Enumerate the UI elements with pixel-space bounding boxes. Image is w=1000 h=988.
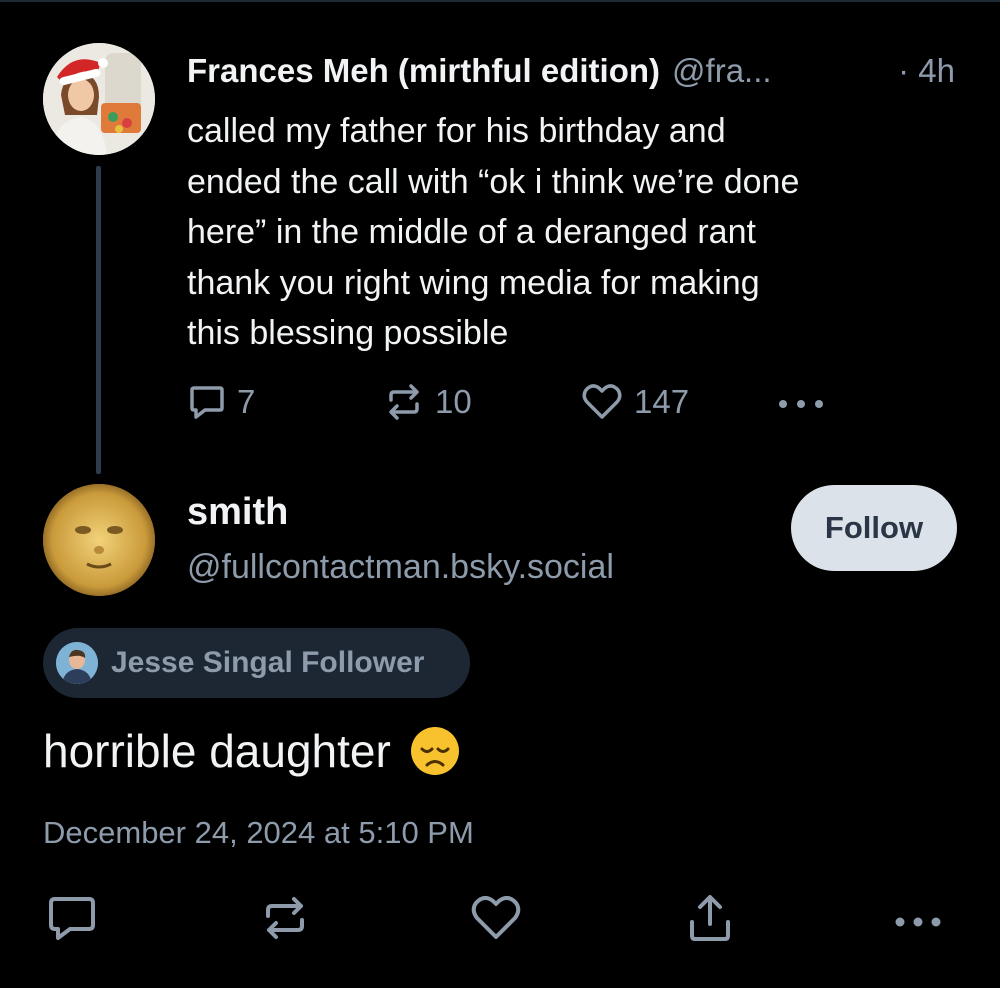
follow-button[interactable]: Follow xyxy=(791,485,957,571)
parent-post-text: called my father for his birthday and en… xyxy=(187,106,947,359)
reply-text-content: horrible daughter xyxy=(43,725,391,777)
starter-pack-badge[interactable]: Jesse Singal Follower xyxy=(43,628,470,698)
reply-author-handle[interactable]: @fullcontactman.bsky.social xyxy=(187,548,614,587)
reply-author-avatar[interactable] xyxy=(43,484,155,596)
parent-author-handle[interactable]: @fra... xyxy=(672,52,772,90)
parent-post-header: Frances Meh (mirthful edition) @fra... ·… xyxy=(187,48,967,94)
reply-button[interactable] xyxy=(44,892,100,948)
repost-arrows-icon xyxy=(383,382,425,422)
reply-count: 7 xyxy=(237,383,256,420)
parent-more-button[interactable] xyxy=(775,380,827,424)
reply-author-name[interactable]: smith xyxy=(187,491,288,534)
like-button[interactable] xyxy=(468,892,524,948)
parent-reply-button[interactable]: 7 xyxy=(187,380,255,424)
post-action-bar xyxy=(0,892,1000,948)
parent-author-name[interactable]: Frances Meh (mirthful edition) xyxy=(187,52,660,90)
comment-bubble-icon xyxy=(187,382,227,422)
parent-post-line: thank you right wing media for making xyxy=(187,263,760,302)
parent-post-line: ended the call with “ok i think we’re do… xyxy=(187,162,800,201)
parent-author-avatar[interactable] xyxy=(43,43,155,155)
heart-icon xyxy=(469,893,523,948)
share-upload-icon xyxy=(684,892,736,949)
comment-bubble-icon xyxy=(46,893,98,948)
post-timestamp[interactable]: December 24, 2024 at 5:10 PM xyxy=(43,815,474,851)
top-divider xyxy=(0,0,1000,2)
parent-post-line: called my father for his birthday and xyxy=(187,112,726,150)
repost-arrows-icon xyxy=(259,893,311,948)
reply-post-text: horrible daughter xyxy=(43,724,461,778)
parent-post-time[interactable]: · 4h xyxy=(898,52,955,90)
more-options-button[interactable] xyxy=(890,892,946,948)
like-count: 147 xyxy=(634,383,690,420)
badge-avatar xyxy=(56,642,98,684)
more-dots-icon xyxy=(775,382,827,422)
repost-count: 10 xyxy=(435,383,472,420)
more-dots-icon xyxy=(890,898,946,943)
badge-label: Jesse Singal Follower xyxy=(111,646,425,679)
thread-connector-line xyxy=(96,166,101,474)
parent-like-button[interactable]: 147 xyxy=(580,380,689,424)
heart-icon xyxy=(580,382,624,422)
parent-post-line: here” in the middle of a deranged rant xyxy=(187,213,756,251)
parent-post-line: this blessing possible xyxy=(187,314,509,352)
disappointed-face-emoji xyxy=(409,725,461,777)
repost-button[interactable] xyxy=(257,892,313,948)
share-button[interactable] xyxy=(682,892,738,948)
parent-repost-button[interactable]: 10 xyxy=(383,380,472,424)
